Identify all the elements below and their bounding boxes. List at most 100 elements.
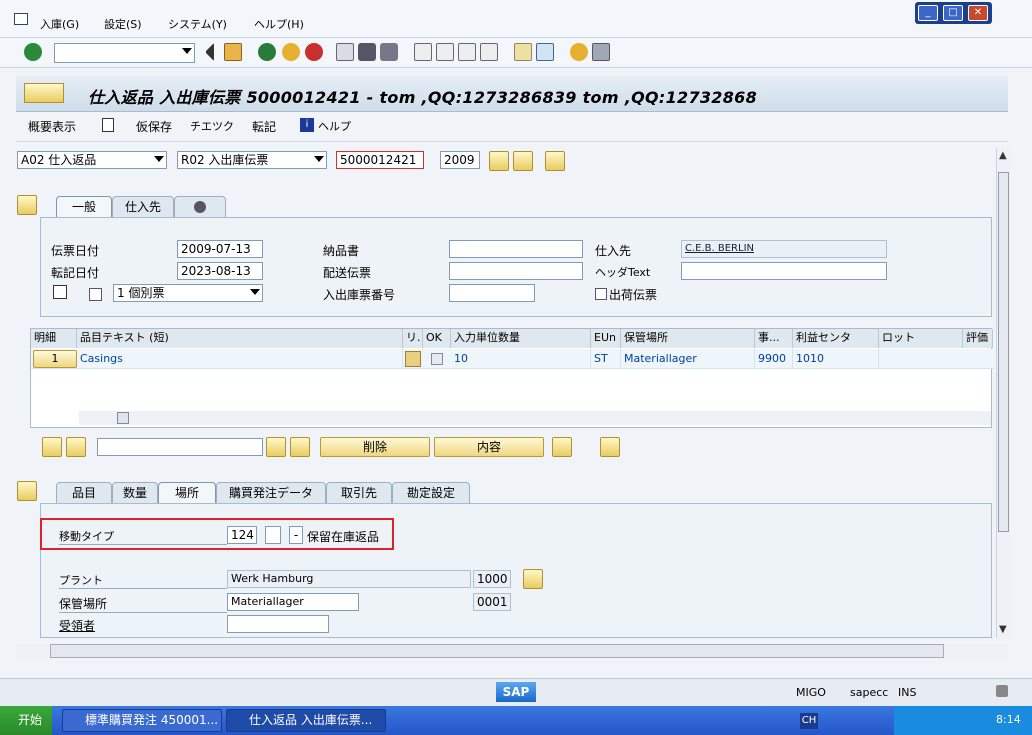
post-date-input[interactable]: 2023-08-13 xyxy=(177,262,263,280)
check-button[interactable]: チエツク xyxy=(190,118,234,134)
print-icon[interactable] xyxy=(53,285,67,299)
document-number-input[interactable]: 5000012421 xyxy=(336,151,424,169)
delete-button[interactable]: 削除 xyxy=(320,437,430,457)
find-next-icon[interactable] xyxy=(380,43,398,61)
header-text-input[interactable] xyxy=(681,262,887,280)
taskbar-item-return[interactable]: 仕入返品 入出庫伝票... xyxy=(226,709,386,732)
find-icon[interactable] xyxy=(266,437,286,457)
menu-settings[interactable]: 設定(S) xyxy=(104,16,142,32)
bill-of-lading-input[interactable] xyxy=(449,262,583,280)
execute-icon[interactable] xyxy=(489,151,509,171)
help-icon[interactable] xyxy=(570,43,588,61)
document-year-input[interactable]: 2009 xyxy=(440,151,480,169)
minimize-button[interactable]: _ xyxy=(918,5,938,21)
new-session-icon[interactable] xyxy=(514,43,532,61)
plant-cell[interactable]: 9900 xyxy=(755,349,793,369)
detail-icon[interactable] xyxy=(545,151,565,171)
grid-search-input[interactable] xyxy=(97,438,263,456)
enter-icon[interactable] xyxy=(24,43,42,61)
scroll-thumb[interactable] xyxy=(50,644,944,658)
scroll-thumb[interactable] xyxy=(998,172,1009,532)
post-button[interactable]: 転記 xyxy=(252,118,276,135)
vendor-field[interactable]: C.E.B. BERLIN xyxy=(681,240,887,258)
column-header[interactable]: 明細 xyxy=(31,329,77,348)
unit-cell[interactable]: ST xyxy=(591,349,621,369)
item-text-cell[interactable]: Casings xyxy=(77,349,403,369)
menu-help[interactable]: ヘルプ(H) xyxy=(254,16,304,32)
column-header[interactable]: 評価 xyxy=(963,329,993,348)
column-header[interactable]: リ. xyxy=(403,329,423,348)
exit-icon[interactable] xyxy=(282,43,300,61)
column-header[interactable]: OK xyxy=(423,329,451,348)
select-all-icon[interactable] xyxy=(42,437,62,457)
config-icon[interactable] xyxy=(552,437,572,457)
find-icon[interactable] xyxy=(358,43,376,61)
column-header[interactable]: 保管場所 xyxy=(621,329,755,348)
tab-partner[interactable]: 取引先 xyxy=(326,482,392,504)
copy-icon[interactable] xyxy=(405,351,421,367)
menu-icon[interactable] xyxy=(14,13,28,25)
slip-type-select[interactable]: 1 個別票 xyxy=(113,284,263,302)
tab-purchase-order[interactable]: 購買発注データ xyxy=(216,482,326,504)
storage-location-input[interactable]: Materiallager xyxy=(227,593,359,611)
menu-system[interactable]: システム(Y) xyxy=(168,16,227,32)
profit-center-cell[interactable]: 1010 xyxy=(793,349,879,369)
layout-icon[interactable] xyxy=(592,43,610,61)
prev-page-icon[interactable] xyxy=(436,43,454,61)
overview-button[interactable]: 概要表示 xyxy=(28,118,76,135)
tab-partners[interactable] xyxy=(174,196,226,218)
batch-icon[interactable] xyxy=(600,437,620,457)
command-field[interactable] xyxy=(54,43,195,63)
column-header[interactable]: 入力単位数量 xyxy=(451,329,591,348)
gr-slip-input[interactable] xyxy=(449,284,535,302)
new-doc-icon[interactable] xyxy=(102,118,114,132)
tab-account[interactable]: 勘定設定 xyxy=(392,482,470,504)
page-horizontal-scrollbar[interactable] xyxy=(16,644,1008,658)
line-number-button[interactable]: 1 xyxy=(33,350,77,368)
collapse-detail-icon[interactable] xyxy=(17,481,37,501)
find-next-icon[interactable] xyxy=(290,437,310,457)
scroll-thumb[interactable] xyxy=(117,412,129,424)
next-page-icon[interactable] xyxy=(458,43,476,61)
storage-location-cell[interactable]: Materiallager xyxy=(621,349,755,369)
tab-quantity[interactable]: 数量 xyxy=(112,482,158,504)
scroll-down-icon[interactable]: ▼ xyxy=(999,624,1007,635)
language-indicator[interactable]: CH xyxy=(800,713,818,729)
start-button[interactable]: 开始 xyxy=(0,706,52,735)
save-icon[interactable] xyxy=(224,43,242,61)
collapse-header-icon[interactable] xyxy=(17,195,37,215)
help-button[interactable]: ヘルプ xyxy=(318,118,351,134)
horizontal-scrollbar[interactable] xyxy=(79,411,991,425)
tab-general[interactable]: 一般 xyxy=(56,196,112,218)
column-header[interactable]: EUn xyxy=(591,329,621,348)
first-page-icon[interactable] xyxy=(414,43,432,61)
print-icon[interactable] xyxy=(336,43,354,61)
doc-date-input[interactable]: 2009-07-13 xyxy=(177,240,263,258)
scroll-up-icon[interactable]: ▲ xyxy=(999,150,1007,161)
info-icon[interactable]: i xyxy=(300,118,314,132)
column-header[interactable]: 利益センタ xyxy=(793,329,879,348)
last-page-icon[interactable] xyxy=(480,43,498,61)
print-checkbox[interactable] xyxy=(89,288,102,301)
tab-vendor[interactable]: 仕入先 xyxy=(112,196,174,218)
hold-button[interactable]: 仮保存 xyxy=(136,118,172,135)
back-arrow-icon[interactable] xyxy=(204,43,214,61)
column-header[interactable]: ロット xyxy=(879,329,963,348)
taskbar-item-po[interactable]: 標準購買発注 450001... xyxy=(62,709,222,732)
cancel-icon[interactable] xyxy=(305,43,323,61)
transaction-code[interactable]: MIGO xyxy=(796,686,826,699)
tab-material[interactable]: 品目 xyxy=(56,482,112,504)
recipient-input[interactable] xyxy=(227,615,329,633)
action-select[interactable]: A02 仕入返品 xyxy=(17,151,167,169)
back-icon[interactable] xyxy=(258,43,276,61)
shortcut-icon[interactable] xyxy=(536,43,554,61)
location-icon[interactable] xyxy=(523,569,543,589)
screen-menu-icon[interactable] xyxy=(24,83,64,103)
tab-where[interactable]: 場所 xyxy=(158,482,216,504)
ok-checkbox[interactable] xyxy=(431,353,443,365)
content-button[interactable]: 内容 xyxy=(434,437,544,457)
delivery-note-input[interactable] xyxy=(449,240,583,258)
menu-goods-receipt[interactable]: 入庫(G) xyxy=(40,16,79,32)
input-mode[interactable]: INS xyxy=(898,686,916,699)
close-button[interactable]: ✕ xyxy=(968,5,988,21)
